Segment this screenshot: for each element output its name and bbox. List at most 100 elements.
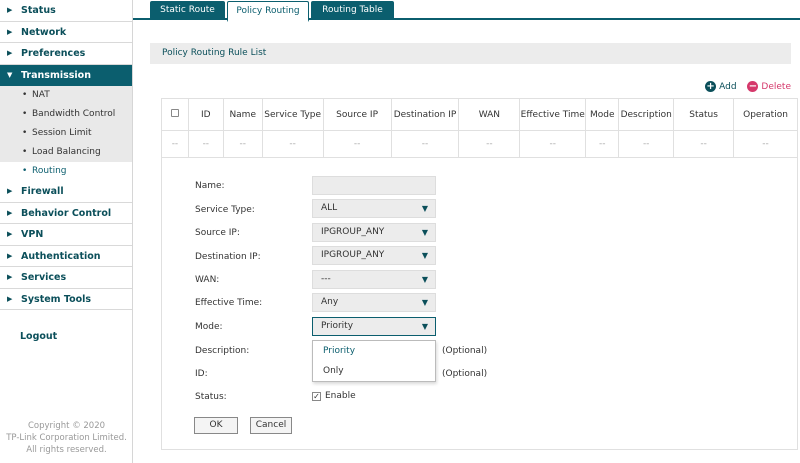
chevron-right-icon: ▶ (7, 27, 13, 36)
description-label: Description: (195, 346, 250, 356)
mode-select[interactable]: Priority ▼ (312, 317, 436, 336)
col-name[interactable]: Name (222, 98, 263, 131)
subnav-bandwidth-control[interactable]: • Bandwidth Control (0, 105, 132, 124)
nav-system-tools[interactable]: ▶ System Tools (0, 289, 132, 310)
status-label: Status: (195, 392, 227, 402)
transmission-submenu: • NAT • Bandwidth Control • Session Limit •… (0, 86, 132, 181)
subnav-session-limit[interactable]: • Session Limit (0, 124, 132, 143)
col-effective-time[interactable]: Effective Time (519, 98, 587, 131)
effective-time-select[interactable]: Any ▼ (312, 293, 436, 312)
col-service-type[interactable]: Service Type (261, 98, 324, 131)
subnav-routing[interactable]: • Routing (0, 162, 132, 181)
name-label: Name: (195, 181, 225, 191)
table-cell: -- (222, 130, 263, 158)
caret-down-icon: ▼ (421, 298, 428, 307)
col-status[interactable]: Status (673, 98, 735, 131)
table-cell: -- (733, 130, 798, 158)
tab-static-route[interactable]: Static Route (150, 1, 225, 20)
sidebar: ▶ Status ▶ Network ▶ Preferences ▼ Transmiss… (0, 0, 133, 463)
bullet-icon: • (22, 166, 28, 176)
mode-option-priority[interactable]: Priority (313, 341, 435, 361)
subnav-nat[interactable]: • NAT (0, 86, 132, 105)
service-type-select[interactable]: ALL ▼ (312, 199, 436, 218)
nav-transmission[interactable]: ▼ Transmission (0, 64, 132, 86)
col-source-ip[interactable]: Source IP (322, 98, 392, 131)
wan-select[interactable]: --- ▼ (312, 270, 436, 289)
chevron-right-icon: ▶ (7, 294, 13, 303)
name-field[interactable] (312, 176, 436, 195)
add-button[interactable]: + Add (705, 81, 737, 92)
col-destination-ip[interactable]: Destination IP (390, 98, 460, 131)
col-wan[interactable]: WAN (458, 98, 521, 131)
chevron-down-icon: ▼ (7, 70, 13, 79)
mode-label: Mode: (195, 322, 223, 332)
source-ip-select[interactable]: IPGROUP_ANY ▼ (312, 223, 436, 242)
description-optional-hint: (Optional) (442, 346, 488, 356)
nav-firewall[interactable]: ▶ Firewall (0, 181, 132, 203)
col-mode[interactable]: Mode (585, 98, 620, 131)
bullet-icon: • (22, 128, 28, 138)
table-cell: -- (161, 130, 189, 158)
caret-down-icon: ▼ (421, 228, 428, 237)
bullet-icon: • (22, 147, 28, 157)
status-enable-checkbox[interactable]: ✓ Enable (312, 391, 356, 401)
minus-icon: − (747, 81, 759, 92)
ok-button[interactable]: OK (194, 417, 238, 434)
service-type-label: Service Type: (195, 205, 255, 215)
id-label: ID: (195, 369, 208, 379)
table-cell: -- (261, 130, 324, 158)
chevron-right-icon: ▶ (7, 251, 13, 260)
chevron-right-icon: ▶ (7, 208, 13, 217)
col-operation: Operation (733, 98, 798, 131)
nav-status[interactable]: ▶ Status (0, 0, 132, 22)
nav-services[interactable]: ▶ Services (0, 267, 132, 289)
rules-table: ID Name Service Type Source IP Destinati… (161, 98, 798, 158)
col-id[interactable]: ID (187, 98, 224, 131)
table-cell: -- (390, 130, 460, 158)
table-cell: -- (519, 130, 587, 158)
nav-vpn[interactable]: ▶ VPN (0, 224, 132, 246)
table-row: -- -- -- -- -- -- -- -- -- -- -- -- (161, 130, 798, 158)
nav-authentication[interactable]: ▶ Authentication (0, 246, 132, 267)
rule-form: Name: Service Type: ALL ▼ Source IP: IPGR… (161, 157, 798, 450)
destination-ip-label: Destination IP: (195, 252, 261, 262)
wan-label: WAN: (195, 275, 220, 285)
bullet-icon: • (22, 109, 28, 119)
chevron-right-icon: ▶ (7, 230, 13, 238)
effective-time-label: Effective Time: (195, 298, 263, 308)
caret-down-icon: ▼ (421, 322, 428, 331)
subnav-load-balancing[interactable]: • Load Balancing (0, 143, 132, 162)
chevron-right-icon: ▶ (7, 49, 13, 57)
mode-dropdown: Priority Only (312, 340, 436, 382)
tab-bar: Static Route Policy Routing Routing Tabl… (133, 0, 800, 22)
checkmark-icon: ✓ (312, 391, 321, 401)
select-all-cell (161, 98, 189, 131)
cancel-button[interactable]: Cancel (250, 417, 292, 434)
delete-button[interactable]: − Delete (747, 81, 791, 92)
plus-icon: + (705, 81, 717, 92)
chevron-right-icon: ▶ (7, 187, 13, 195)
section-title: Policy Routing Rule List (150, 43, 791, 64)
copyright: Copyright © 2020 TP-Link Corporation Lim… (6, 421, 127, 455)
logout-link[interactable]: Logout (20, 331, 57, 342)
select-all-checkbox[interactable] (170, 109, 179, 117)
table-cell: -- (585, 130, 620, 158)
caret-down-icon: ▼ (421, 251, 428, 260)
table-header-row: ID Name Service Type Source IP Destinati… (161, 98, 798, 131)
tab-policy-routing[interactable]: Policy Routing (227, 1, 309, 22)
col-description[interactable]: Description (618, 98, 675, 131)
nav-preferences[interactable]: ▶ Preferences (0, 43, 132, 65)
source-ip-label: Source IP: (195, 228, 240, 238)
tab-routing-table[interactable]: Routing Table (311, 1, 394, 20)
bullet-icon: • (22, 90, 28, 100)
nav-behavior-control[interactable]: ▶ Behavior Control (0, 203, 132, 224)
mode-option-only[interactable]: Only (313, 361, 435, 381)
caret-down-icon: ▼ (421, 204, 428, 213)
id-optional-hint: (Optional) (442, 369, 488, 379)
table-cell: -- (187, 130, 224, 158)
table-cell: -- (618, 130, 675, 158)
destination-ip-select[interactable]: IPGROUP_ANY ▼ (312, 246, 436, 265)
table-actions: + Add − Delete (697, 81, 791, 93)
nav-network[interactable]: ▶ Network (0, 22, 132, 43)
chevron-right-icon: ▶ (7, 6, 13, 14)
